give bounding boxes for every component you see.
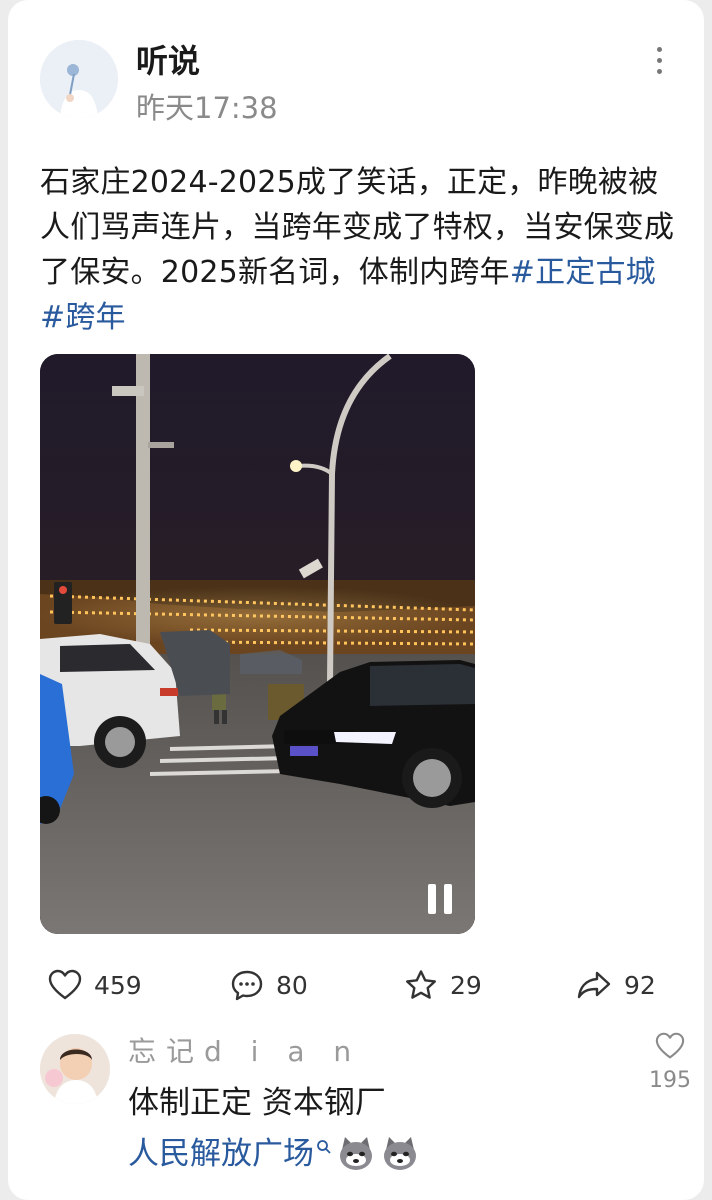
comment-button[interactable]: 80: [230, 960, 308, 1010]
commenter-avatar[interactable]: [40, 1034, 110, 1104]
comment-search-link[interactable]: 人民解放广场: [128, 1132, 420, 1176]
comment-like-count: 195: [649, 1068, 691, 1093]
share-arrow-icon: [577, 971, 611, 999]
husky-emoji: [384, 1137, 416, 1170]
post-body: 石家庄2024-2025成了笑话，正定，昨晚被被人们骂声连片，当跨年变成了特权，…: [40, 160, 680, 340]
author-name[interactable]: 听说: [136, 40, 200, 82]
pause-button[interactable]: [420, 879, 460, 919]
more-options-button[interactable]: [644, 38, 674, 82]
favorite-button[interactable]: 29: [404, 960, 482, 1010]
comment-count: 80: [276, 970, 308, 1000]
search-icon: [317, 1140, 331, 1154]
comment-like-button[interactable]: 195: [648, 1032, 692, 1093]
author-avatar[interactable]: [40, 40, 118, 118]
share-button[interactable]: 92: [576, 960, 656, 1010]
hashtag-link[interactable]: #正定古城: [510, 255, 656, 290]
more-dots-icon: [656, 46, 662, 52]
like-button[interactable]: 459: [48, 960, 142, 1010]
pause-icon: [428, 884, 436, 914]
heart-icon: [655, 1032, 685, 1059]
action-bar: 459 80 29 92: [8, 960, 704, 1010]
star-icon: [406, 970, 436, 999]
post-header: 听说 昨天17:38: [8, 0, 704, 140]
post-card: 听说 昨天17:38 石家庄2024-2025成了笑话，正定，昨晚被被人们骂声连…: [8, 0, 704, 1200]
comment-link-text[interactable]: 人民解放广场: [128, 1132, 314, 1176]
share-count: 92: [624, 970, 656, 1000]
like-count: 459: [94, 970, 142, 1000]
hashtag-link[interactable]: #跨年: [40, 300, 126, 335]
comment-text: 体制正定 资本钢厂: [128, 1085, 386, 1121]
video-player[interactable]: [40, 354, 475, 934]
husky-emoji: [340, 1137, 372, 1170]
chat-bubble-icon: [231, 970, 263, 1001]
comment-item: 忘记d i a n 195 体制正定 资本钢厂 人民解放广场: [8, 1030, 704, 1200]
video-frame: [40, 354, 475, 934]
heart-icon: [48, 969, 82, 1000]
favorite-count: 29: [450, 970, 482, 1000]
post-timestamp: 昨天17:38: [136, 91, 278, 125]
commenter-name[interactable]: 忘记d i a n: [128, 1034, 361, 1070]
